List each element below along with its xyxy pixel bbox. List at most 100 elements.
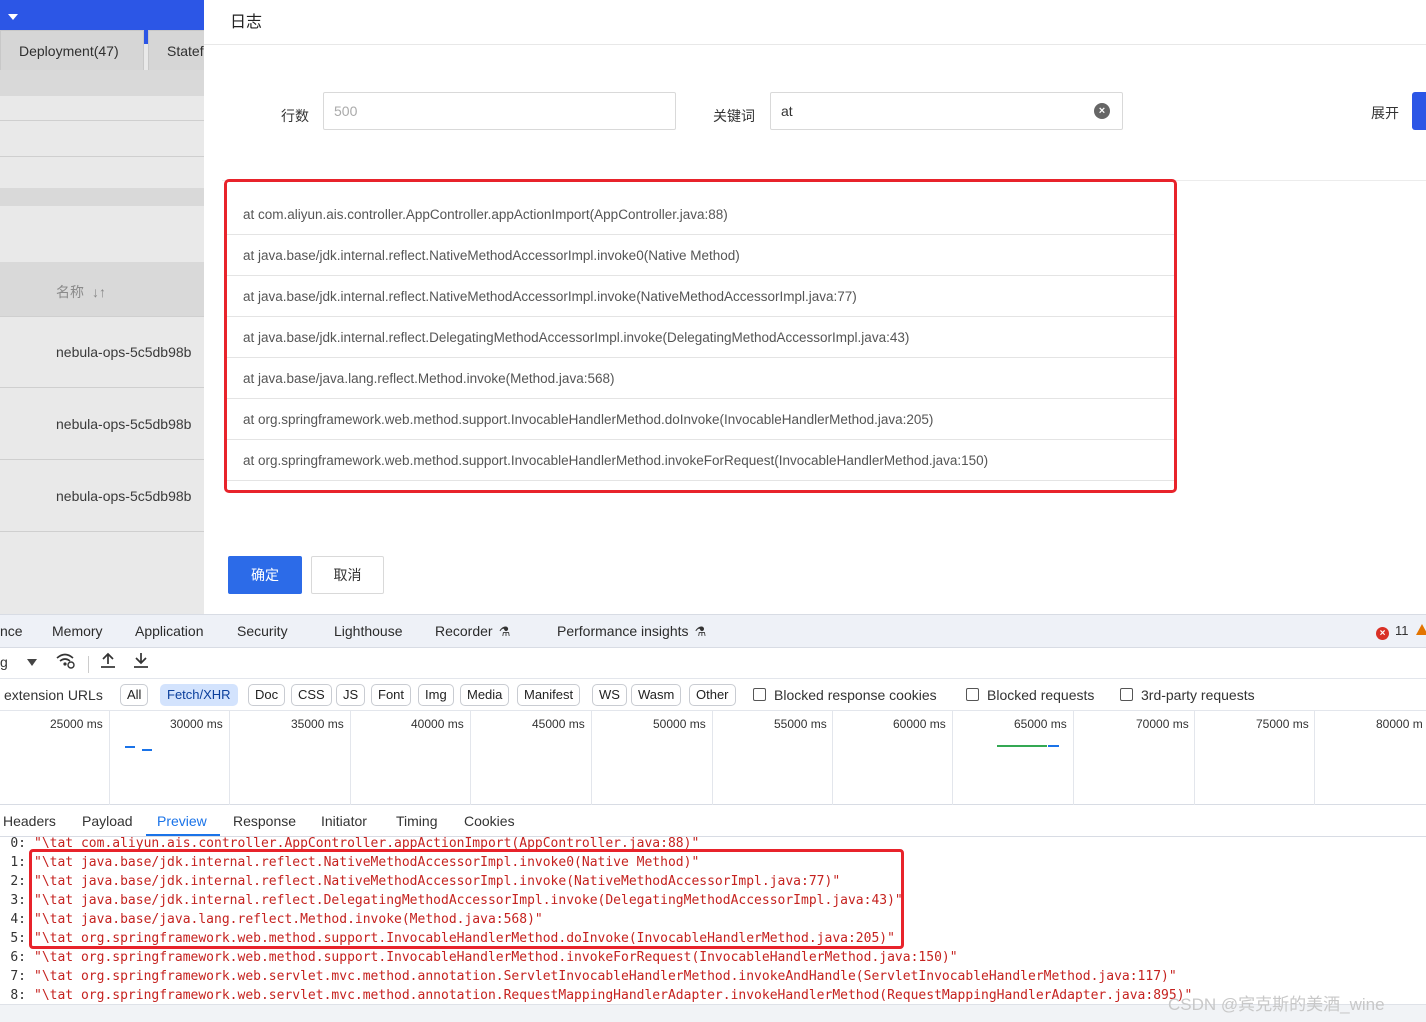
tab-headers[interactable]: Headers bbox=[3, 813, 56, 829]
preview-line: 7: "\tat org.springframework.web.servlet.… bbox=[0, 967, 1176, 986]
timeline-label: 60000 ms bbox=[893, 717, 946, 731]
tab-performance[interactable]: nce bbox=[0, 623, 23, 639]
filter-media[interactable]: Media bbox=[460, 684, 510, 706]
active-tab-indicator bbox=[146, 834, 220, 836]
timeline-gridline bbox=[109, 711, 110, 805]
filter-all[interactable]: All bbox=[120, 684, 149, 706]
tab-timing[interactable]: Timing bbox=[396, 813, 438, 829]
timeline-gridline bbox=[591, 711, 592, 805]
blocked-response-cookies-checkbox[interactable]: Blocked response cookies bbox=[753, 687, 937, 703]
network-toolbar: g bbox=[0, 648, 1426, 679]
request-bar bbox=[997, 745, 1047, 747]
timeline-gridline bbox=[229, 711, 230, 805]
devtools-tab-bar: nce Memory Application Security Lighthou… bbox=[0, 615, 1426, 648]
array-index: 8: bbox=[10, 988, 26, 1003]
keyword-label: 关键词 bbox=[713, 108, 755, 124]
expand-link[interactable]: 展开 bbox=[1371, 103, 1399, 123]
error-icon: × bbox=[1376, 627, 1389, 640]
log-lines: at com.aliyun.ais.controller.AppControll… bbox=[227, 194, 1174, 481]
tab-cookies[interactable]: Cookies bbox=[464, 813, 515, 829]
tab-security[interactable]: Security bbox=[237, 623, 288, 639]
import-har-icon[interactable] bbox=[100, 651, 116, 674]
chevron-down-icon[interactable] bbox=[27, 659, 37, 666]
sort-icon[interactable]: ↓↑ bbox=[92, 284, 106, 300]
tab-performance-insights-label: Performance insights bbox=[557, 623, 689, 639]
filter-wasm[interactable]: Wasm bbox=[631, 684, 682, 706]
timeline-gridline bbox=[1073, 711, 1074, 805]
timeline-gridline bbox=[712, 711, 713, 805]
timeline-gridline bbox=[1314, 711, 1315, 805]
string-value: "\tat org.springframework.web.method.sup… bbox=[34, 950, 958, 965]
flask-icon: ⚗ bbox=[498, 624, 511, 639]
tab-preview[interactable]: Preview bbox=[157, 813, 207, 829]
search-button[interactable] bbox=[1412, 92, 1426, 130]
dialog-title: 日志 bbox=[230, 14, 263, 31]
divider bbox=[0, 156, 204, 157]
filter-doc[interactable]: Doc bbox=[248, 684, 286, 706]
log-line: at com.aliyun.ais.controller.AppControll… bbox=[227, 194, 1174, 235]
tab-payload[interactable]: Payload bbox=[82, 813, 133, 829]
network-conditions-icon[interactable] bbox=[55, 651, 75, 674]
throttling-select[interactable]: g bbox=[0, 654, 8, 670]
table-row[interactable]: nebula-ops-5c5db98b bbox=[56, 416, 191, 432]
timeline-label: 35000 ms bbox=[291, 717, 344, 731]
tab-response[interactable]: Response bbox=[233, 813, 296, 829]
tab-application[interactable]: Application bbox=[135, 623, 204, 639]
screenshot-root: Deployment(47) Statef 名称 ↓↑ nebula-ops-5c… bbox=[0, 0, 1426, 1022]
keyword-input[interactable] bbox=[770, 92, 1123, 130]
tab-performance-insights[interactable]: Performance insights ⚗ bbox=[557, 623, 706, 640]
cancel-button[interactable]: 取消 bbox=[311, 556, 384, 594]
network-filter-bar: extension URLs All Fetch/XHR Doc CSS JS … bbox=[0, 679, 1426, 711]
divider bbox=[204, 44, 1426, 45]
tab-deployment[interactable]: Deployment(47) bbox=[0, 30, 144, 70]
list-stripe bbox=[0, 188, 204, 206]
clear-icon[interactable]: × bbox=[1094, 103, 1110, 119]
tab-initiator[interactable]: Initiator bbox=[321, 813, 367, 829]
chevron-down-icon[interactable] bbox=[8, 14, 18, 20]
divider bbox=[0, 531, 204, 532]
list-stripe bbox=[0, 70, 204, 96]
filter-css[interactable]: CSS bbox=[291, 684, 332, 706]
tab-recorder[interactable]: Recorder ⚗ bbox=[435, 623, 510, 640]
filter-other[interactable]: Other bbox=[689, 684, 736, 706]
divider bbox=[0, 316, 204, 317]
third-party-requests-checkbox[interactable]: 3rd-party requests bbox=[1120, 687, 1255, 703]
timeline-gridline bbox=[952, 711, 953, 805]
rows-label: 行数 bbox=[281, 108, 309, 124]
background-list-panel: Deployment(47) Statef 名称 ↓↑ nebula-ops-5c… bbox=[0, 0, 204, 614]
filter-manifest[interactable]: Manifest bbox=[517, 684, 581, 706]
preview-line: 8: "\tat org.springframework.web.servlet.… bbox=[0, 986, 1192, 1005]
export-har-icon[interactable] bbox=[133, 651, 149, 674]
filter-font[interactable]: Font bbox=[371, 684, 412, 706]
blocked-requests-checkbox[interactable]: Blocked requests bbox=[966, 687, 1094, 703]
toolbar-separator bbox=[88, 656, 89, 673]
divider bbox=[0, 120, 204, 121]
tab-memory[interactable]: Memory bbox=[52, 623, 103, 639]
log-line: at java.base/jdk.internal.reflect.Delega… bbox=[227, 317, 1174, 358]
filter-img[interactable]: Img bbox=[418, 684, 454, 706]
error-count-badge[interactable]: × 11 bbox=[1376, 623, 1409, 640]
warning-icon[interactable] bbox=[1416, 624, 1426, 635]
filter-ws[interactable]: WS bbox=[592, 684, 627, 706]
hide-extension-urls-label[interactable]: extension URLs bbox=[4, 687, 103, 703]
response-preview[interactable]: 0: "\tat com.aliyun.ais.controller.AppCon… bbox=[0, 837, 1426, 1007]
tab-recorder-label: Recorder bbox=[435, 623, 493, 639]
preview-line: 6: "\tat org.springframework.web.method.s… bbox=[0, 948, 958, 967]
network-overview-timeline[interactable]: 25000 ms 30000 ms 35000 ms 40000 ms 4500… bbox=[0, 711, 1426, 805]
rows-input[interactable] bbox=[323, 92, 676, 130]
checkbox-label: 3rd-party requests bbox=[1141, 687, 1255, 703]
confirm-button[interactable]: 确定 bbox=[228, 556, 302, 594]
log-output-highlight[interactable]: at com.aliyun.ais.controller.AppControll… bbox=[224, 179, 1177, 493]
filter-fetch-xhr[interactable]: Fetch/XHR bbox=[160, 684, 238, 706]
table-row[interactable]: nebula-ops-5c5db98b bbox=[56, 344, 191, 360]
array-index: 7: bbox=[10, 969, 26, 984]
tab-statefulset[interactable]: Statef bbox=[148, 30, 204, 70]
error-count: 11 bbox=[1395, 623, 1409, 638]
log-line: at org.springframework.web.method.suppor… bbox=[227, 440, 1174, 481]
filter-js[interactable]: JS bbox=[336, 684, 366, 706]
timeline-gridline bbox=[832, 711, 833, 805]
tab-lighthouse[interactable]: Lighthouse bbox=[334, 623, 403, 639]
column-header-name[interactable]: 名称 ↓↑ bbox=[56, 282, 106, 302]
request-detail-tabs: Headers Payload Preview Response Initiat… bbox=[0, 805, 1426, 837]
table-row[interactable]: nebula-ops-5c5db98b bbox=[56, 488, 191, 504]
